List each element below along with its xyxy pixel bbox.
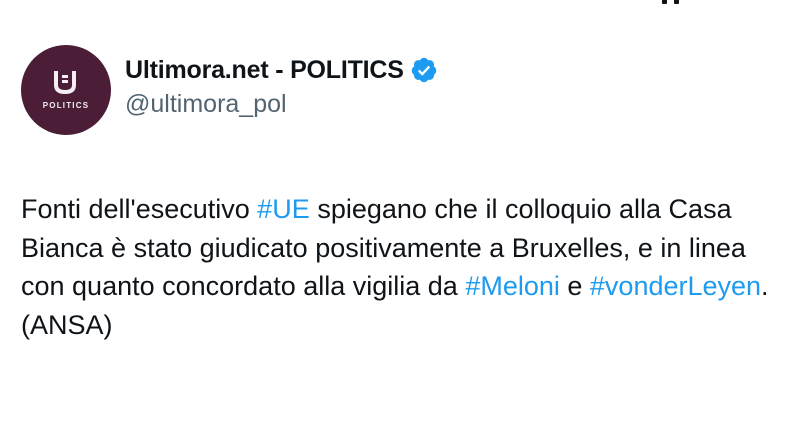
tweet-header: POLITICS Ultimora.net - POLITICS @ultimo… <box>21 45 438 135</box>
ultimora-u-logo-icon <box>54 71 76 94</box>
account-handle[interactable]: @ultimora_pol <box>125 89 438 119</box>
tweet-text-segment: Fonti dell'esecutivo <box>21 194 258 224</box>
hashtag-link[interactable]: #vonderLeyen <box>590 271 761 301</box>
cropped-bottom-element <box>21 424 221 432</box>
avatar[interactable]: POLITICS <box>21 45 111 135</box>
avatar-caption: POLITICS <box>42 101 90 110</box>
account-identity: Ultimora.net - POLITICS @ultimora_pol <box>125 55 438 119</box>
hashtag-link[interactable]: #UE <box>257 194 310 224</box>
name-row: Ultimora.net - POLITICS <box>125 55 438 85</box>
verified-badge-icon <box>411 57 436 83</box>
tweet-text-segment: e <box>559 271 590 301</box>
cropped-top-element <box>654 0 694 8</box>
display-name[interactable]: Ultimora.net - POLITICS <box>125 55 404 85</box>
tweet-text: Fonti dell'esecutivo #UE spiegano che il… <box>21 190 791 344</box>
hashtag-link[interactable]: #Meloni <box>465 271 560 301</box>
